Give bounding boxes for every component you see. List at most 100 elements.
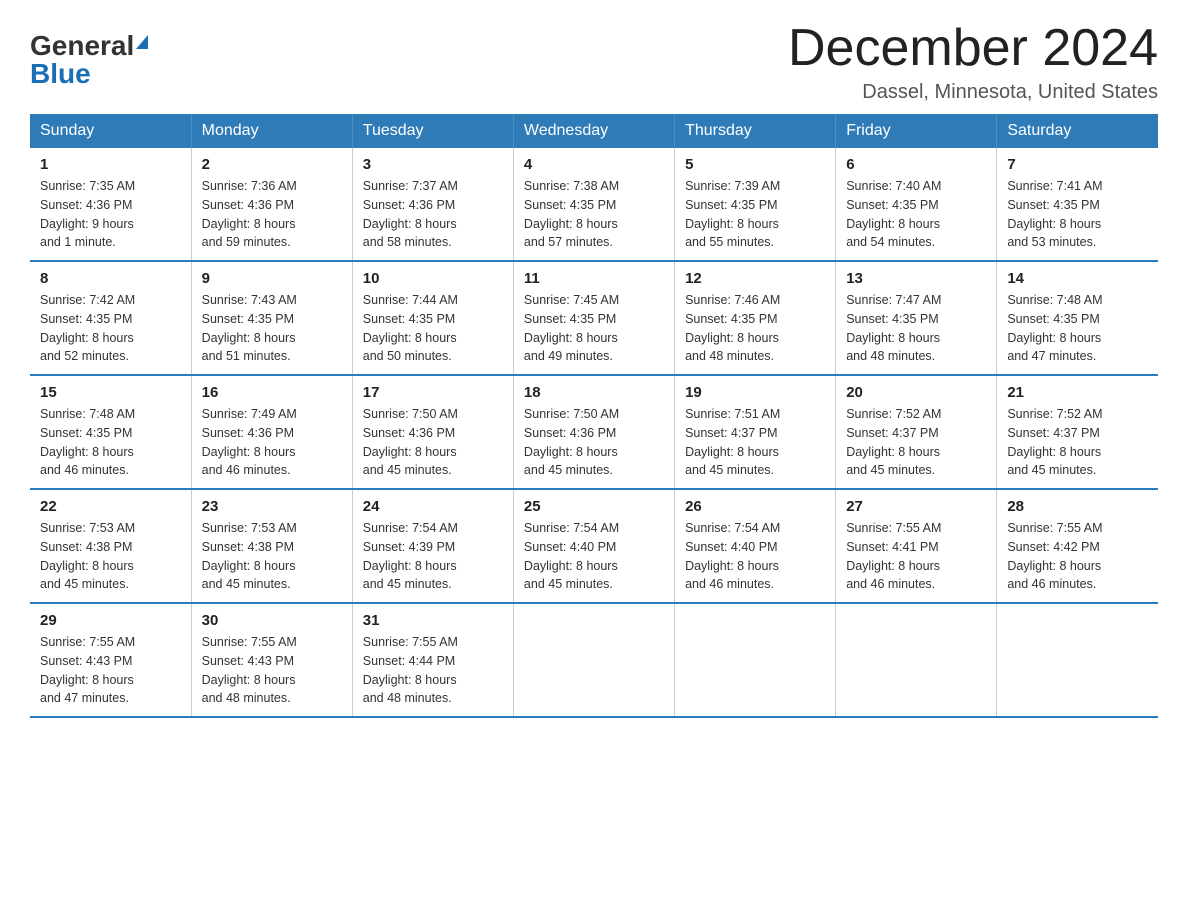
col-header-friday: Friday [836,114,997,148]
calendar-cell: 17 Sunrise: 7:50 AMSunset: 4:36 PMDaylig… [352,375,513,489]
day-number: 15 [40,384,181,401]
day-info: Sunrise: 7:53 AMSunset: 4:38 PMDaylight:… [40,521,135,591]
logo-arrow-icon [136,35,148,49]
day-number: 1 [40,156,181,173]
day-info: Sunrise: 7:43 AMSunset: 4:35 PMDaylight:… [202,293,297,363]
day-number: 25 [524,498,664,515]
day-info: Sunrise: 7:52 AMSunset: 4:37 PMDaylight:… [1007,407,1102,477]
day-info: Sunrise: 7:44 AMSunset: 4:35 PMDaylight:… [363,293,458,363]
day-info: Sunrise: 7:47 AMSunset: 4:35 PMDaylight:… [846,293,941,363]
calendar-cell: 2 Sunrise: 7:36 AMSunset: 4:36 PMDayligh… [191,148,352,261]
calendar-cell: 18 Sunrise: 7:50 AMSunset: 4:36 PMDaylig… [513,375,674,489]
calendar-header-row: SundayMondayTuesdayWednesdayThursdayFrid… [30,114,1158,148]
calendar-cell: 10 Sunrise: 7:44 AMSunset: 4:35 PMDaylig… [352,261,513,375]
calendar-cell: 26 Sunrise: 7:54 AMSunset: 4:40 PMDaylig… [675,489,836,603]
logo: General Blue [30,20,148,90]
day-info: Sunrise: 7:48 AMSunset: 4:35 PMDaylight:… [40,407,135,477]
day-number: 12 [685,270,825,287]
day-info: Sunrise: 7:38 AMSunset: 4:35 PMDaylight:… [524,179,619,249]
day-info: Sunrise: 7:55 AMSunset: 4:43 PMDaylight:… [202,635,297,705]
day-number: 21 [1007,384,1148,401]
day-info: Sunrise: 7:49 AMSunset: 4:36 PMDaylight:… [202,407,297,477]
day-info: Sunrise: 7:52 AMSunset: 4:37 PMDaylight:… [846,407,941,477]
day-info: Sunrise: 7:55 AMSunset: 4:41 PMDaylight:… [846,521,941,591]
calendar-cell: 14 Sunrise: 7:48 AMSunset: 4:35 PMDaylig… [997,261,1158,375]
calendar-week-1: 1 Sunrise: 7:35 AMSunset: 4:36 PMDayligh… [30,148,1158,261]
day-number: 26 [685,498,825,515]
calendar-cell: 8 Sunrise: 7:42 AMSunset: 4:35 PMDayligh… [30,261,191,375]
calendar-cell: 25 Sunrise: 7:54 AMSunset: 4:40 PMDaylig… [513,489,674,603]
day-number: 14 [1007,270,1148,287]
calendar-week-4: 22 Sunrise: 7:53 AMSunset: 4:38 PMDaylig… [30,489,1158,603]
day-number: 5 [685,156,825,173]
day-number: 17 [363,384,503,401]
calendar-week-5: 29 Sunrise: 7:55 AMSunset: 4:43 PMDaylig… [30,603,1158,717]
calendar-cell: 4 Sunrise: 7:38 AMSunset: 4:35 PMDayligh… [513,148,674,261]
day-number: 19 [685,384,825,401]
day-info: Sunrise: 7:42 AMSunset: 4:35 PMDaylight:… [40,293,135,363]
day-number: 24 [363,498,503,515]
col-header-wednesday: Wednesday [513,114,674,148]
calendar-cell: 11 Sunrise: 7:45 AMSunset: 4:35 PMDaylig… [513,261,674,375]
calendar-cell: 28 Sunrise: 7:55 AMSunset: 4:42 PMDaylig… [997,489,1158,603]
calendar-cell: 29 Sunrise: 7:55 AMSunset: 4:43 PMDaylig… [30,603,191,717]
col-header-tuesday: Tuesday [352,114,513,148]
day-info: Sunrise: 7:50 AMSunset: 4:36 PMDaylight:… [524,407,619,477]
calendar-cell: 22 Sunrise: 7:53 AMSunset: 4:38 PMDaylig… [30,489,191,603]
calendar-cell: 23 Sunrise: 7:53 AMSunset: 4:38 PMDaylig… [191,489,352,603]
col-header-thursday: Thursday [675,114,836,148]
day-number: 16 [202,384,342,401]
calendar-cell: 27 Sunrise: 7:55 AMSunset: 4:41 PMDaylig… [836,489,997,603]
calendar-cell: 16 Sunrise: 7:49 AMSunset: 4:36 PMDaylig… [191,375,352,489]
day-number: 31 [363,612,503,629]
col-header-sunday: Sunday [30,114,191,148]
day-number: 10 [363,270,503,287]
calendar-cell: 1 Sunrise: 7:35 AMSunset: 4:36 PMDayligh… [30,148,191,261]
month-title: December 2024 [788,20,1158,77]
day-info: Sunrise: 7:51 AMSunset: 4:37 PMDaylight:… [685,407,780,477]
calendar-cell [675,603,836,717]
calendar-cell [997,603,1158,717]
location: Dassel, Minnesota, United States [788,81,1158,104]
day-info: Sunrise: 7:37 AMSunset: 4:36 PMDaylight:… [363,179,458,249]
calendar-week-3: 15 Sunrise: 7:48 AMSunset: 4:35 PMDaylig… [30,375,1158,489]
day-number: 29 [40,612,181,629]
day-info: Sunrise: 7:40 AMSunset: 4:35 PMDaylight:… [846,179,941,249]
day-number: 6 [846,156,986,173]
day-number: 20 [846,384,986,401]
calendar-cell: 31 Sunrise: 7:55 AMSunset: 4:44 PMDaylig… [352,603,513,717]
calendar-cell: 6 Sunrise: 7:40 AMSunset: 4:35 PMDayligh… [836,148,997,261]
day-number: 28 [1007,498,1148,515]
col-header-saturday: Saturday [997,114,1158,148]
day-number: 27 [846,498,986,515]
calendar-cell: 21 Sunrise: 7:52 AMSunset: 4:37 PMDaylig… [997,375,1158,489]
day-info: Sunrise: 7:55 AMSunset: 4:44 PMDaylight:… [363,635,458,705]
calendar-cell [836,603,997,717]
day-number: 4 [524,156,664,173]
day-number: 9 [202,270,342,287]
day-info: Sunrise: 7:45 AMSunset: 4:35 PMDaylight:… [524,293,619,363]
day-info: Sunrise: 7:48 AMSunset: 4:35 PMDaylight:… [1007,293,1102,363]
day-info: Sunrise: 7:50 AMSunset: 4:36 PMDaylight:… [363,407,458,477]
day-info: Sunrise: 7:55 AMSunset: 4:42 PMDaylight:… [1007,521,1102,591]
day-info: Sunrise: 7:53 AMSunset: 4:38 PMDaylight:… [202,521,297,591]
day-number: 3 [363,156,503,173]
calendar-cell: 15 Sunrise: 7:48 AMSunset: 4:35 PMDaylig… [30,375,191,489]
day-number: 30 [202,612,342,629]
day-number: 11 [524,270,664,287]
day-info: Sunrise: 7:35 AMSunset: 4:36 PMDaylight:… [40,179,135,249]
day-info: Sunrise: 7:54 AMSunset: 4:40 PMDaylight:… [685,521,780,591]
calendar-cell: 9 Sunrise: 7:43 AMSunset: 4:35 PMDayligh… [191,261,352,375]
day-number: 18 [524,384,664,401]
day-info: Sunrise: 7:46 AMSunset: 4:35 PMDaylight:… [685,293,780,363]
page-container: General Blue December 2024 Dassel, Minne… [30,20,1158,718]
calendar-cell: 13 Sunrise: 7:47 AMSunset: 4:35 PMDaylig… [836,261,997,375]
calendar-cell [513,603,674,717]
calendar-table: SundayMondayTuesdayWednesdayThursdayFrid… [30,114,1158,718]
day-info: Sunrise: 7:39 AMSunset: 4:35 PMDaylight:… [685,179,780,249]
calendar-cell: 12 Sunrise: 7:46 AMSunset: 4:35 PMDaylig… [675,261,836,375]
calendar-week-2: 8 Sunrise: 7:42 AMSunset: 4:35 PMDayligh… [30,261,1158,375]
header: General Blue December 2024 Dassel, Minne… [30,20,1158,104]
day-number: 13 [846,270,986,287]
day-info: Sunrise: 7:54 AMSunset: 4:39 PMDaylight:… [363,521,458,591]
